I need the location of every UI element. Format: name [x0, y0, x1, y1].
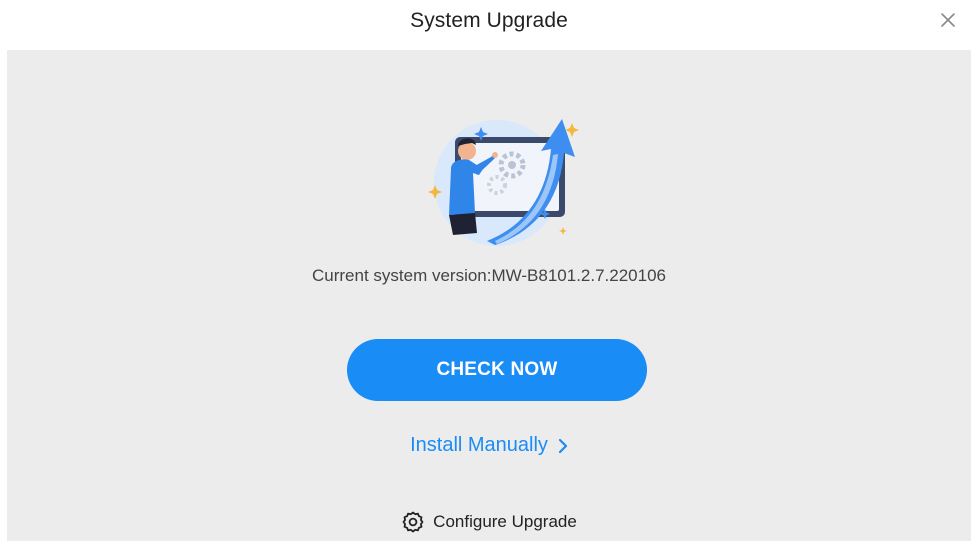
- check-now-button[interactable]: CHECK NOW: [347, 339, 647, 401]
- dialog-title: System Upgrade: [410, 9, 568, 32]
- close-button[interactable]: [936, 8, 960, 32]
- chevron-right-icon: [558, 438, 568, 454]
- system-upgrade-dialog: System Upgrade Current system version:MW…: [0, 0, 978, 541]
- gear-icon: [401, 510, 425, 534]
- install-manually-link[interactable]: Install Manually: [0, 434, 978, 457]
- close-icon: [941, 13, 955, 27]
- install-manually-label: Install Manually: [410, 434, 548, 456]
- configure-upgrade-button[interactable]: Configure Upgrade: [0, 510, 978, 534]
- dialog-header: System Upgrade: [0, 0, 978, 50]
- configure-upgrade-label: Configure Upgrade: [433, 512, 577, 531]
- upgrade-illustration: [428, 119, 579, 246]
- upgrade-panel: Current system version:MW-B8101.2.7.2201…: [7, 50, 971, 541]
- current-version-text: Current system version:MW-B8101.2.7.2201…: [311, 266, 667, 285]
